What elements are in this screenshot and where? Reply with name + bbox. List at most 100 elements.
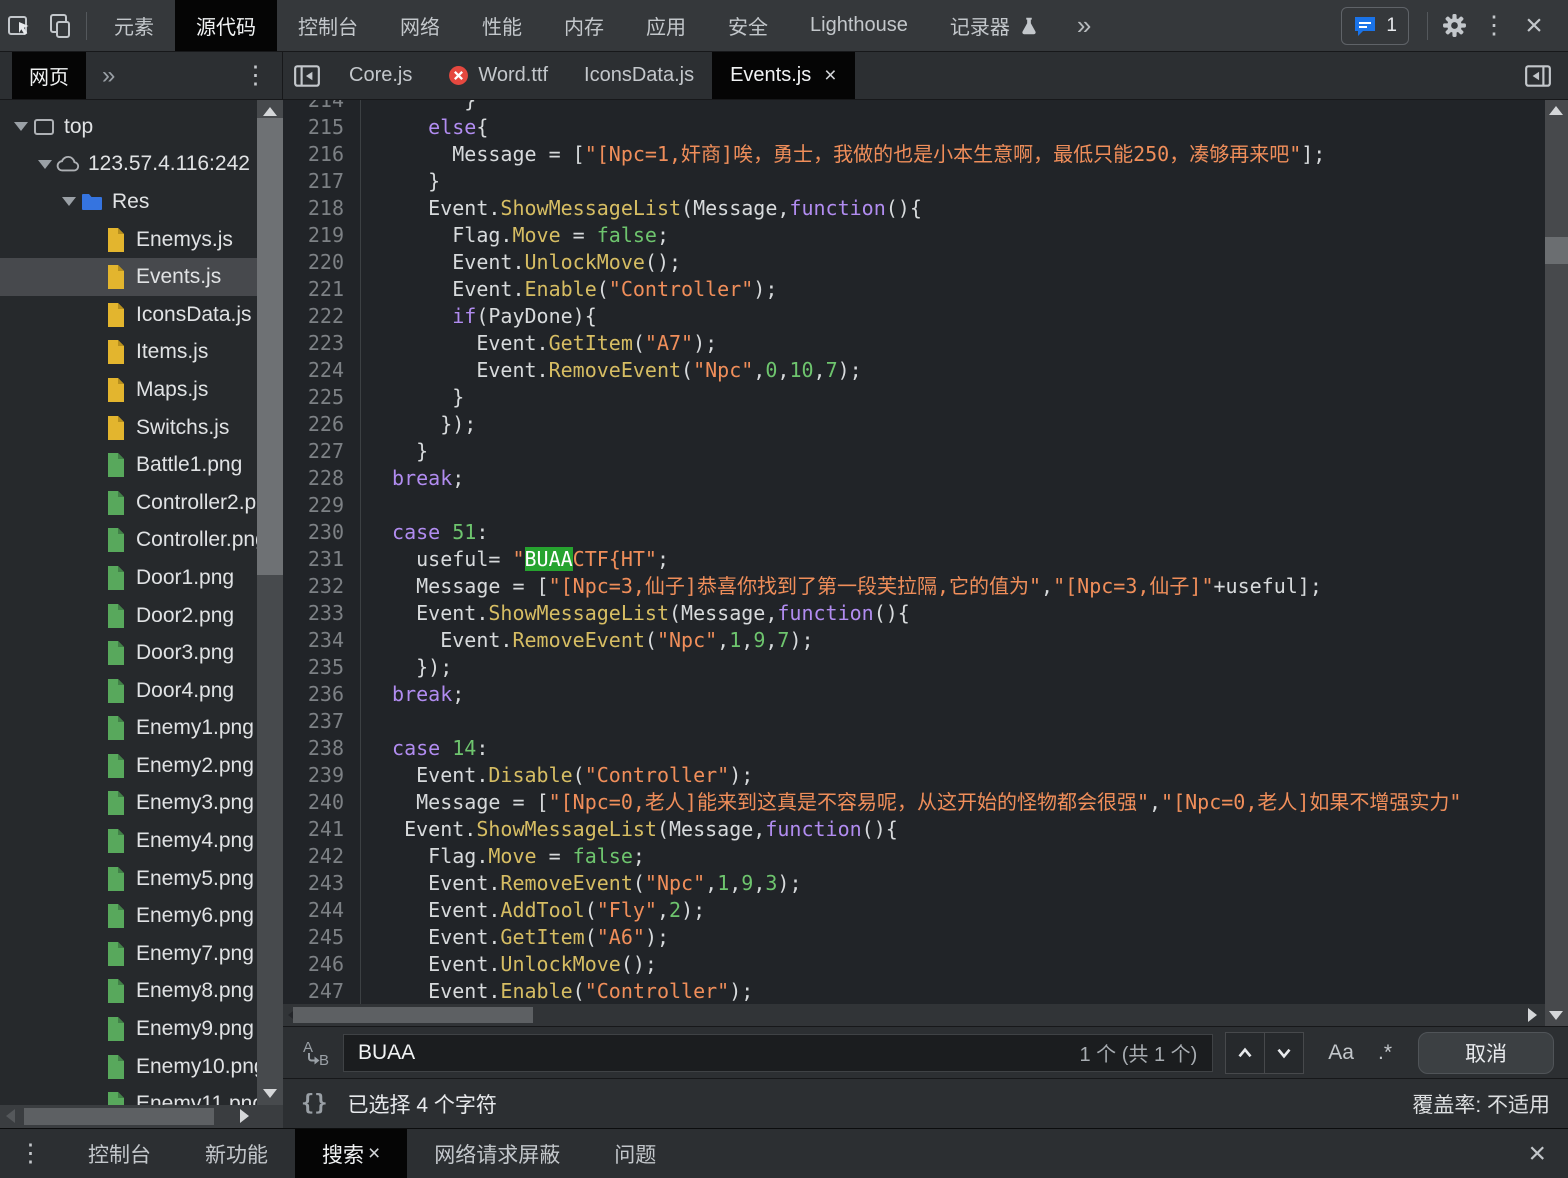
tree-item-Door2.png[interactable]: Door2.png xyxy=(0,597,283,635)
drawer-tab-search[interactable]: 搜索× xyxy=(295,1129,407,1178)
inspect-element-button[interactable] xyxy=(0,0,40,51)
code-text[interactable]: Event.ShowMessageList(Message,function()… xyxy=(361,816,898,843)
panel-tab-performance[interactable]: 性能 xyxy=(461,0,543,51)
pretty-print-button[interactable]: {} xyxy=(301,1091,328,1116)
scroll-left-arrow[interactable] xyxy=(6,1109,15,1123)
code-text[interactable]: break; xyxy=(361,465,464,492)
code-editor[interactable]: 214 }215 else{216 Message = ["[Npc=1,奸商]… xyxy=(283,100,1545,1004)
tree-item-Switchs.js[interactable]: Switchs.js xyxy=(0,409,283,447)
editor-horizontal-scrollbar[interactable] xyxy=(283,1004,1545,1026)
line-number[interactable]: 219 xyxy=(283,222,361,249)
line-number[interactable]: 236 xyxy=(283,681,361,708)
line-number[interactable]: 226 xyxy=(283,411,361,438)
toggle-debugger-sidebar-button[interactable] xyxy=(1518,56,1558,96)
tree-item-Enemy5.png[interactable]: Enemy5.png xyxy=(0,860,283,898)
scrollbar-thumb[interactable] xyxy=(24,1108,214,1125)
tree-item-Door1.png[interactable]: Door1.png xyxy=(0,559,283,597)
code-text[interactable]: Event.ShowMessageList(Message,function()… xyxy=(361,600,910,627)
scroll-right-arrow[interactable] xyxy=(1528,1008,1537,1022)
line-number[interactable]: 228 xyxy=(283,465,361,492)
code-text[interactable]: Event.RemoveEvent("Npc",1,9,7); xyxy=(361,627,814,654)
issues-notification-button[interactable]: 1 xyxy=(1341,7,1409,45)
code-text[interactable]: } xyxy=(361,384,464,411)
tree-item-Enemys.js[interactable]: Enemys.js xyxy=(0,221,283,259)
drawer-menu-button[interactable]: ⋮ xyxy=(0,1129,61,1178)
close-drawer-button[interactable]: × xyxy=(1506,1129,1568,1178)
close-devtools-button[interactable]: × xyxy=(1514,6,1554,46)
line-number[interactable]: 240 xyxy=(283,789,361,816)
line-number[interactable]: 217 xyxy=(283,168,361,195)
regex-toggle[interactable]: .* xyxy=(1378,1041,1392,1065)
code-text[interactable]: case 14: xyxy=(361,735,488,762)
drawer-tab-network-blocking[interactable]: 网络请求屏蔽 xyxy=(407,1129,587,1178)
tree-item-Enemy8.png[interactable]: Enemy8.png xyxy=(0,973,283,1011)
line-number[interactable]: 238 xyxy=(283,735,361,762)
panel-tab-recorder[interactable]: 记录器 xyxy=(929,0,1061,51)
code-text[interactable]: Event.GetItem("A6"); xyxy=(361,924,669,951)
editor-vertical-scrollbar[interactable] xyxy=(1545,100,1568,1026)
code-text[interactable]: Flag.Move = false; xyxy=(361,843,645,870)
code-text[interactable]: break; xyxy=(361,681,464,708)
expander-icon[interactable] xyxy=(60,197,78,206)
line-number[interactable]: 232 xyxy=(283,573,361,600)
code-text[interactable]: } xyxy=(361,438,428,465)
tree-item-Res[interactable]: Res xyxy=(0,183,283,221)
line-number[interactable]: 225 xyxy=(283,384,361,411)
line-number[interactable]: 229 xyxy=(283,492,361,519)
editor-tab-IconsData.js[interactable]: IconsData.js xyxy=(566,52,712,99)
line-number[interactable]: 237 xyxy=(283,708,361,735)
line-number[interactable]: 235 xyxy=(283,654,361,681)
code-text[interactable]: if(PayDone){ xyxy=(361,303,597,330)
tree-item-Enemy11.png[interactable]: Enemy11.png xyxy=(0,1085,283,1105)
previous-match-button[interactable] xyxy=(1226,1032,1265,1074)
code-text[interactable]: }); xyxy=(361,411,476,438)
scroll-down-arrow[interactable] xyxy=(1549,1011,1563,1020)
replace-toggle-button[interactable]: AB xyxy=(297,1038,337,1068)
tree-item-Battle1.png[interactable]: Battle1.png xyxy=(0,446,283,484)
tree-item-Door4.png[interactable]: Door4.png xyxy=(0,672,283,710)
code-text[interactable]: Event.RemoveEvent("Npc",1,9,3); xyxy=(361,870,802,897)
close-icon[interactable]: × xyxy=(824,64,836,88)
line-number[interactable]: 247 xyxy=(283,978,361,1004)
tree-item-Door3.png[interactable]: Door3.png xyxy=(0,634,283,672)
cancel-search-button[interactable]: 取消 xyxy=(1418,1032,1554,1074)
code-text[interactable]: Message = ["[Npc=3,仙子]恭喜你找到了第一段芙拉隔,它的值为"… xyxy=(361,573,1322,600)
line-number[interactable]: 214 xyxy=(283,100,361,114)
code-text[interactable]: Event.Enable("Controller"); xyxy=(361,978,753,1004)
sidebar-horizontal-scrollbar[interactable] xyxy=(0,1105,283,1128)
code-text[interactable]: Event.ShowMessageList(Message,function()… xyxy=(361,195,922,222)
scroll-down-arrow[interactable] xyxy=(263,1089,277,1098)
line-number[interactable]: 246 xyxy=(283,951,361,978)
line-number[interactable]: 224 xyxy=(283,357,361,384)
code-text[interactable]: Event.UnlockMove(); xyxy=(361,249,681,276)
panel-tab-console[interactable]: 控制台 xyxy=(277,0,379,51)
hide-navigator-button[interactable] xyxy=(283,52,331,99)
panel-tab-application[interactable]: 应用 xyxy=(625,0,707,51)
tree-item-Controller2.png[interactable]: Controller2.png xyxy=(0,484,283,522)
code-text[interactable]: Message = ["[Npc=1,奸商]唉，勇士，我做的也是小本生意啊，最低… xyxy=(361,141,1325,168)
tab-page[interactable]: 网页 xyxy=(12,52,86,99)
drawer-tab-whats-new[interactable]: 新功能 xyxy=(178,1129,295,1178)
panel-tab-memory[interactable]: 内存 xyxy=(543,0,625,51)
code-text[interactable]: Event.UnlockMove(); xyxy=(361,951,657,978)
panel-tab-sources[interactable]: 源代码 xyxy=(175,0,277,51)
panel-tab-security[interactable]: 安全 xyxy=(707,0,789,51)
line-number[interactable]: 231 xyxy=(283,546,361,573)
line-number[interactable]: 234 xyxy=(283,627,361,654)
code-text[interactable]: } xyxy=(361,100,476,114)
tree-item-Enemy9.png[interactable]: Enemy9.png xyxy=(0,1010,283,1048)
code-text[interactable] xyxy=(361,708,380,735)
code-text[interactable] xyxy=(361,492,380,519)
more-panels-button[interactable]: » xyxy=(1061,0,1107,51)
line-number[interactable]: 245 xyxy=(283,924,361,951)
code-text[interactable]: else{ xyxy=(361,114,488,141)
scrollbar-thumb[interactable] xyxy=(257,118,283,575)
line-number[interactable]: 233 xyxy=(283,600,361,627)
sidebar-vertical-scrollbar[interactable] xyxy=(257,100,283,1105)
code-text[interactable]: Event.GetItem("A7"); xyxy=(361,330,717,357)
tree-item-top[interactable]: top xyxy=(0,108,283,146)
next-match-button[interactable] xyxy=(1265,1032,1304,1074)
tree-item-Enemy2.png[interactable]: Enemy2.png xyxy=(0,747,283,785)
line-number[interactable]: 220 xyxy=(283,249,361,276)
line-number[interactable]: 239 xyxy=(283,762,361,789)
